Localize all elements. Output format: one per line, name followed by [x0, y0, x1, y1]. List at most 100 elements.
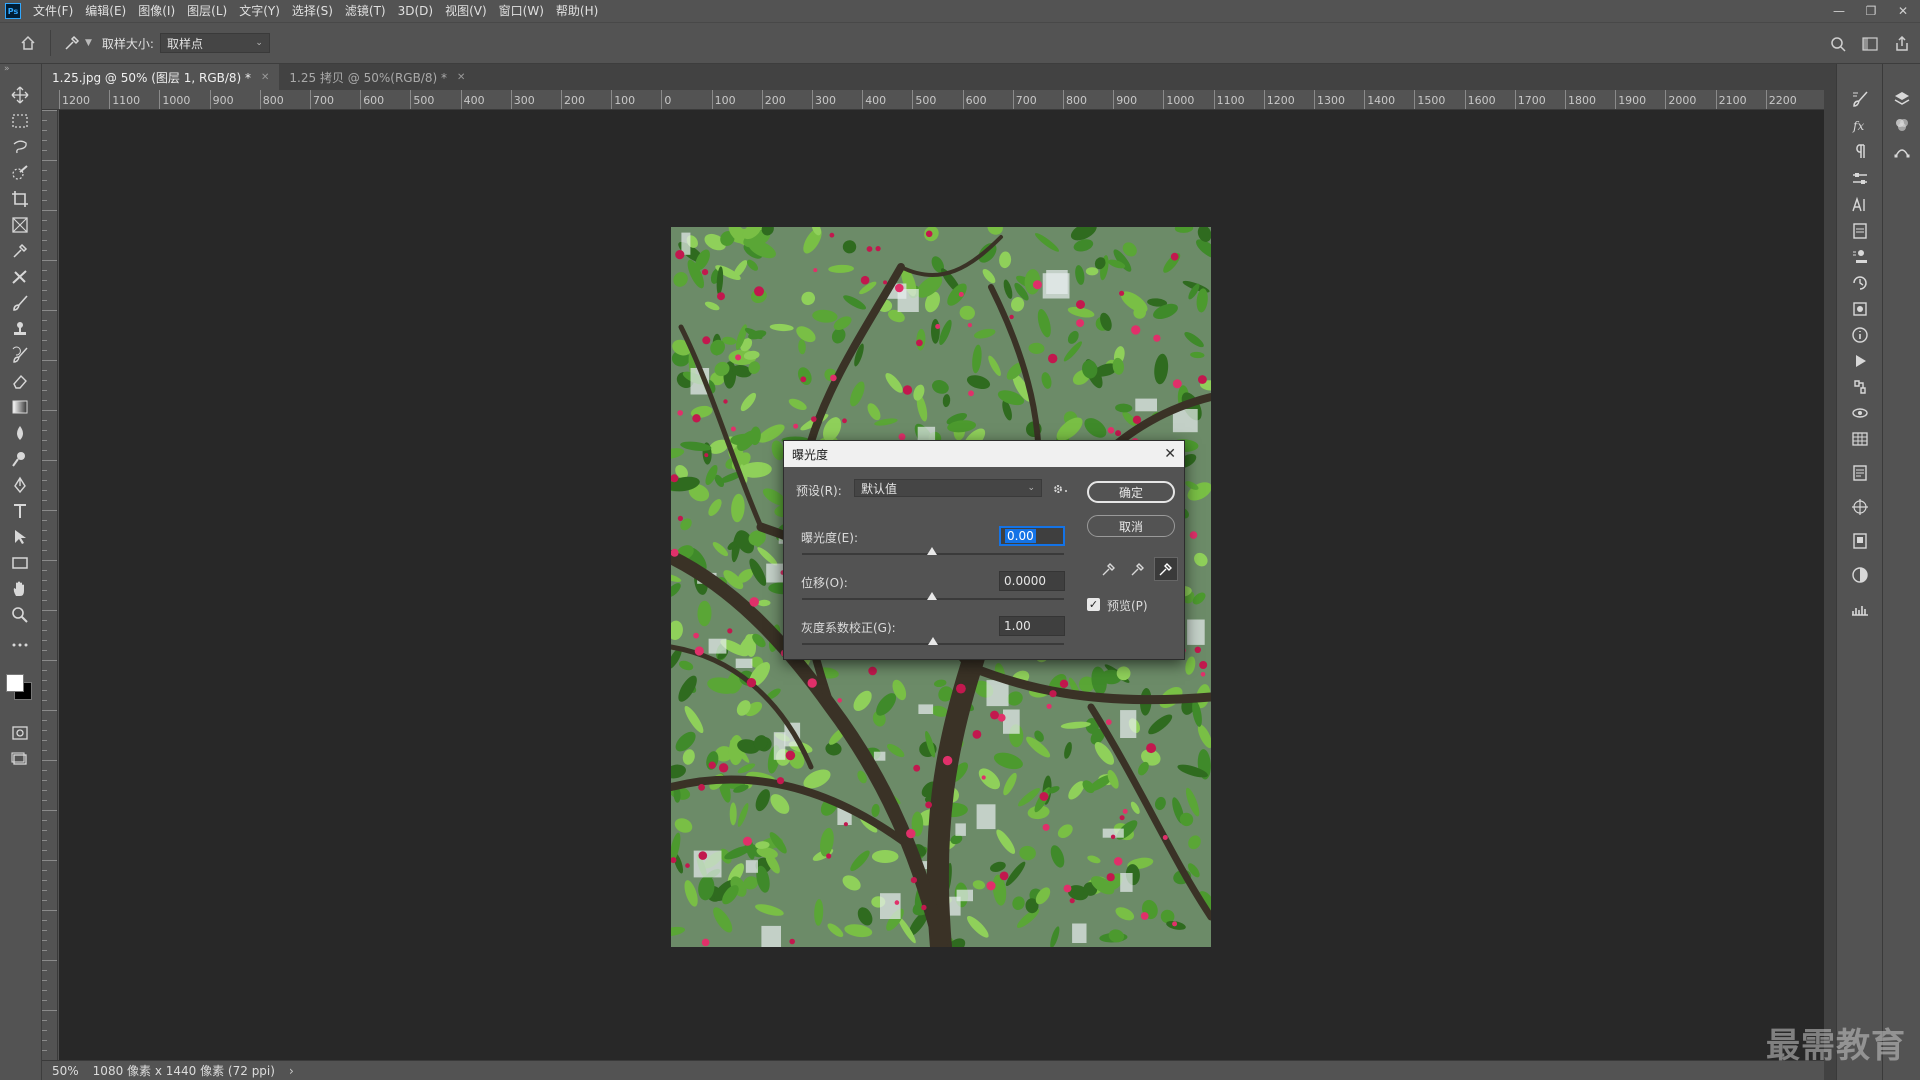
menu-type[interactable]: 文字(Y) [233, 0, 286, 22]
chevron-down-icon: ⌄ [1027, 483, 1035, 493]
collapse-toolbar-icon[interactable]: » [0, 64, 41, 76]
color-swatches[interactable] [6, 668, 36, 700]
exposure-input[interactable]: 0.00 [999, 526, 1065, 546]
preset-select[interactable]: 默认值 ⌄ [854, 479, 1042, 497]
eyedropper-tool-icon[interactable] [9, 240, 31, 262]
properties-panel-icon[interactable] [1849, 220, 1871, 242]
search-icon[interactable] [1830, 36, 1846, 52]
fx-styles-icon[interactable]: fx [1849, 114, 1871, 136]
layers-icon[interactable] [1891, 88, 1913, 110]
more-tools-icon[interactable] [9, 634, 31, 656]
blossom-bud [723, 399, 728, 404]
hand-tool-icon[interactable] [9, 578, 31, 600]
preview-checkbox[interactable]: ✓ [1087, 598, 1100, 611]
gamma-slider-thumb[interactable] [928, 637, 938, 645]
menu-select[interactable]: 选择(S) [286, 0, 339, 22]
actions-play-icon[interactable] [1849, 350, 1871, 372]
adjustments-sliders-icon[interactable] [1849, 168, 1871, 190]
menu-image[interactable]: 图像(I) [132, 0, 181, 22]
white-point-eyedropper-icon[interactable] [1154, 557, 1178, 581]
move-tool-icon[interactable] [9, 84, 31, 106]
dodge-tool-icon[interactable] [9, 448, 31, 470]
layer-comps-icon[interactable] [1849, 530, 1871, 552]
dialog-titlebar[interactable]: 曝光度 ✕ [784, 441, 1184, 467]
menu-file[interactable]: 文件(F) [27, 0, 79, 22]
sample-size-select[interactable]: 取样点 ⌄ [159, 33, 270, 53]
channels-icon[interactable] [1849, 376, 1871, 398]
blossom-bud [829, 232, 835, 238]
brush-settings-icon[interactable] [1849, 88, 1871, 110]
pen-tool-icon[interactable] [9, 474, 31, 496]
menu-filter[interactable]: 滤镜(T) [339, 0, 392, 22]
tab-document-2[interactable]: 1.25 拷贝 @ 50%(RGB/8) * ✕ [279, 64, 476, 90]
zoom-tool-icon[interactable] [9, 604, 31, 626]
frame-tool-icon[interactable] [9, 214, 31, 236]
home-icon[interactable] [18, 33, 38, 53]
chevron-right-icon[interactable]: › [289, 1064, 294, 1078]
crop-tool-icon[interactable] [9, 188, 31, 210]
channels-circles-icon[interactable] [1891, 114, 1913, 136]
close-tab-icon[interactable]: ✕ [457, 72, 465, 83]
rectangle-tool-icon[interactable] [9, 552, 31, 574]
share-icon[interactable] [1894, 36, 1910, 52]
character-icon[interactable] [1849, 194, 1871, 216]
path-selection-tool-icon[interactable] [9, 526, 31, 548]
ruler-tick [42, 880, 47, 881]
offset-slider-thumb[interactable] [927, 592, 937, 600]
eraser-tool-icon[interactable] [9, 370, 31, 392]
foreground-color-swatch[interactable] [6, 674, 24, 692]
screen-mode-icon[interactable] [9, 748, 31, 770]
histogram-icon[interactable] [1849, 598, 1871, 620]
blossom-bud [1198, 375, 1207, 384]
color-icon[interactable] [1849, 564, 1871, 586]
tool-preset-picker[interactable]: ▼ [63, 34, 92, 52]
table-grid-icon[interactable] [1849, 428, 1871, 450]
paths-icon[interactable] [1891, 140, 1913, 162]
minimize-icon[interactable]: — [1832, 4, 1846, 18]
gamma-input[interactable]: 1.00 [999, 616, 1065, 636]
ruler-tick [42, 180, 47, 181]
close-window-icon[interactable]: ✕ [1896, 4, 1910, 18]
menu-edit[interactable]: 编辑(E) [79, 0, 132, 22]
paragraph-icon[interactable] [1849, 140, 1871, 162]
gradient-tool-icon[interactable] [9, 396, 31, 418]
document-tabs: 1.25.jpg @ 50% (图层 1, RGB/8) * ✕ 1.25 拷贝… [42, 64, 1842, 90]
zoom-level[interactable]: 50% [52, 1064, 79, 1078]
workspace-icon[interactable] [1862, 36, 1878, 52]
blossom-bud [1069, 898, 1075, 904]
cancel-button[interactable]: 取消 [1087, 515, 1175, 537]
brush-tool-icon[interactable] [9, 292, 31, 314]
healing-brush-tool-icon[interactable] [9, 266, 31, 288]
menu-view[interactable]: 视图(V) [439, 0, 493, 22]
ruler-tick [42, 460, 57, 461]
exposure-slider-thumb[interactable] [927, 547, 937, 555]
clone-source-icon[interactable] [1849, 246, 1871, 268]
close-tab-icon[interactable]: ✕ [261, 72, 269, 83]
history-icon[interactable] [1849, 272, 1871, 294]
menu-3d[interactable]: 3D(D) [392, 0, 439, 22]
ok-button[interactable]: 确定 [1087, 481, 1175, 503]
tab-document-1[interactable]: 1.25.jpg @ 50% (图层 1, RGB/8) * ✕ [42, 64, 280, 90]
tool-presets-icon[interactable] [1849, 298, 1871, 320]
notes-icon[interactable] [1849, 462, 1871, 484]
menu-layer[interactable]: 图层(L) [181, 0, 233, 22]
lasso-tool-icon[interactable] [9, 136, 31, 158]
menu-help[interactable]: 帮助(H) [550, 0, 604, 22]
offset-input[interactable]: 0.0000 [999, 571, 1065, 591]
history-brush-tool-icon[interactable] [9, 344, 31, 366]
blur-tool-icon[interactable] [9, 422, 31, 444]
quick-mask-icon[interactable] [9, 722, 31, 744]
marquee-tool-icon[interactable] [9, 110, 31, 132]
gray-point-eyedropper-icon[interactable] [1126, 557, 1150, 581]
info-icon[interactable] [1849, 324, 1871, 346]
clone-stamp-tool-icon[interactable] [9, 318, 31, 340]
close-icon[interactable]: ✕ [1164, 446, 1176, 462]
3d-icon[interactable] [1849, 402, 1871, 424]
preset-options-gear-icon[interactable] [1052, 482, 1068, 496]
type-tool-icon[interactable] [9, 500, 31, 522]
restore-icon[interactable]: ❐ [1864, 4, 1878, 18]
menu-window[interactable]: 窗口(W) [493, 0, 550, 22]
black-point-eyedropper-icon[interactable] [1097, 557, 1121, 581]
navigator-icon[interactable] [1849, 496, 1871, 518]
quick-select-tool-icon[interactable] [9, 162, 31, 184]
